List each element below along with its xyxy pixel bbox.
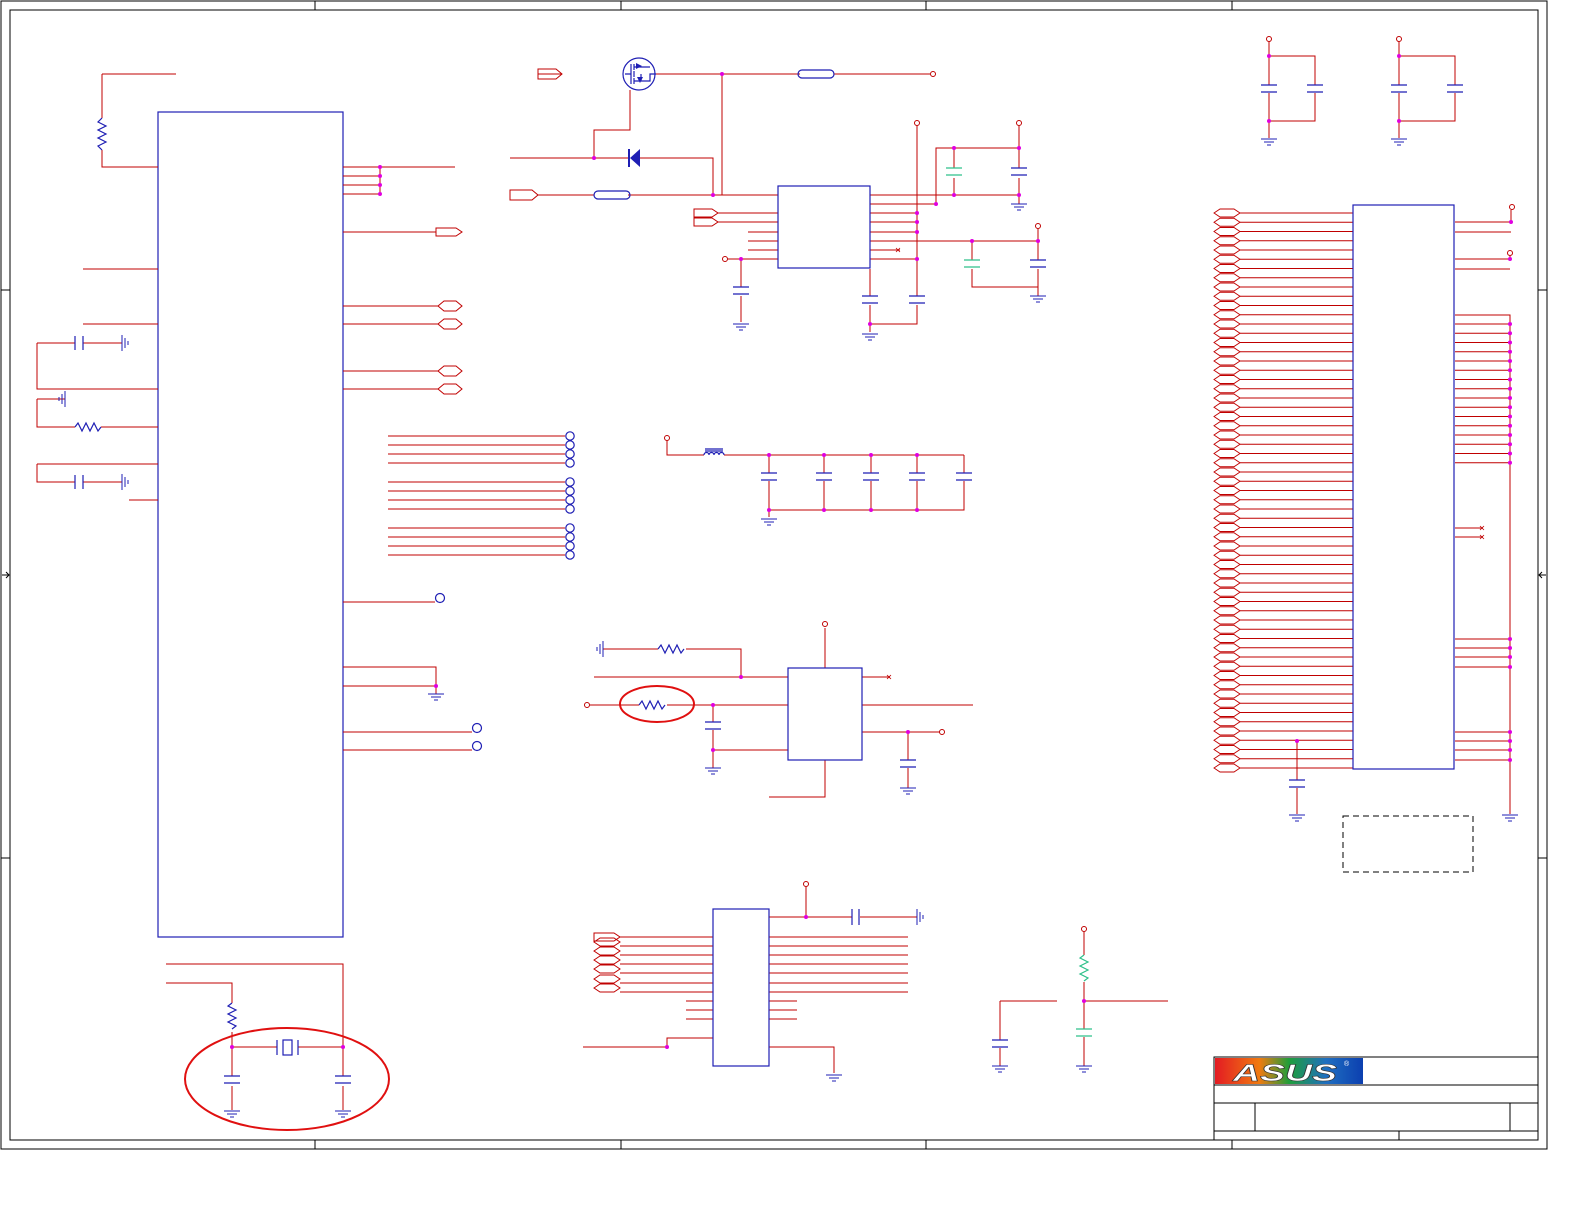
capacitor-c23 bbox=[1289, 779, 1305, 788]
drawing-frame bbox=[0, 0, 1548, 1150]
logo-registered-mark: ® bbox=[1344, 1060, 1350, 1068]
resistor-r4 bbox=[657, 643, 685, 655]
capacitor-c6 bbox=[862, 295, 878, 304]
capacitor-c10 bbox=[761, 472, 777, 481]
capacitor-c15 bbox=[705, 721, 721, 730]
connector-right-lines bbox=[1455, 323, 1510, 761]
capacitor-c4 bbox=[335, 1075, 351, 1084]
capacitor-c26 bbox=[1076, 1028, 1092, 1037]
capacitor-c1 bbox=[74, 336, 84, 350]
crystal-circuit-highlight bbox=[184, 1027, 390, 1131]
fuse-f1 bbox=[797, 69, 835, 79]
capacitor-c16 bbox=[900, 759, 916, 768]
capacitor-c5 bbox=[733, 286, 749, 295]
capacitor-c14 bbox=[956, 472, 972, 481]
resistor-r6 bbox=[1078, 954, 1090, 982]
crystal-x1 bbox=[282, 1039, 293, 1056]
capacitor-c21 bbox=[1391, 84, 1407, 93]
wires bbox=[36, 42, 1512, 1110]
connector-signal-tags bbox=[1213, 208, 1241, 773]
capacitor-c22 bbox=[1447, 84, 1463, 93]
power-pins bbox=[584, 36, 1515, 932]
capacitor-c7 bbox=[909, 295, 925, 304]
connector-bus-lines bbox=[1240, 212, 1353, 769]
capacitor-c11 bbox=[816, 472, 832, 481]
logo-text: ASUS bbox=[1231, 1060, 1337, 1087]
capacitor-c20 bbox=[1307, 84, 1323, 93]
capacitor-c25 bbox=[964, 259, 980, 268]
main-ic bbox=[157, 111, 344, 938]
asus-logo: ASUS ® bbox=[1215, 1058, 1363, 1087]
capacitor-c9 bbox=[1030, 259, 1046, 268]
capacitor-c18 bbox=[992, 1039, 1008, 1048]
regulator-ic bbox=[777, 185, 871, 269]
test-points bbox=[434, 431, 575, 752]
junction-dots bbox=[230, 54, 1513, 1049]
dashed-note-box bbox=[1342, 815, 1474, 873]
resistor-r1 bbox=[96, 117, 108, 151]
capacitor-c3 bbox=[224, 1075, 240, 1084]
no-connect-marks bbox=[886, 247, 1485, 680]
capacitor-c19 bbox=[1261, 84, 1277, 93]
connector-ic bbox=[1352, 204, 1455, 770]
resistor-r3 bbox=[226, 1002, 238, 1030]
capacitor-c8 bbox=[1011, 167, 1027, 176]
ground-symbols bbox=[58, 138, 1518, 1118]
accent-components bbox=[946, 167, 1092, 1037]
resistor-r2 bbox=[74, 421, 102, 433]
middle-ic bbox=[787, 667, 863, 761]
capacitor-c2 bbox=[74, 475, 84, 489]
fuse-f2 bbox=[593, 190, 631, 200]
capacitor-c24 bbox=[946, 167, 962, 176]
bottom-ic bbox=[712, 908, 770, 1067]
resistor-r5 bbox=[638, 699, 666, 711]
port-tags bbox=[435, 68, 719, 993]
capacitor-c17 bbox=[851, 909, 860, 925]
capacitor-c12 bbox=[863, 472, 879, 481]
inductor-l1 bbox=[703, 448, 725, 456]
schematic-sheet: ASUS ® bbox=[0, 0, 1548, 1150]
capacitor-c13 bbox=[909, 472, 925, 481]
